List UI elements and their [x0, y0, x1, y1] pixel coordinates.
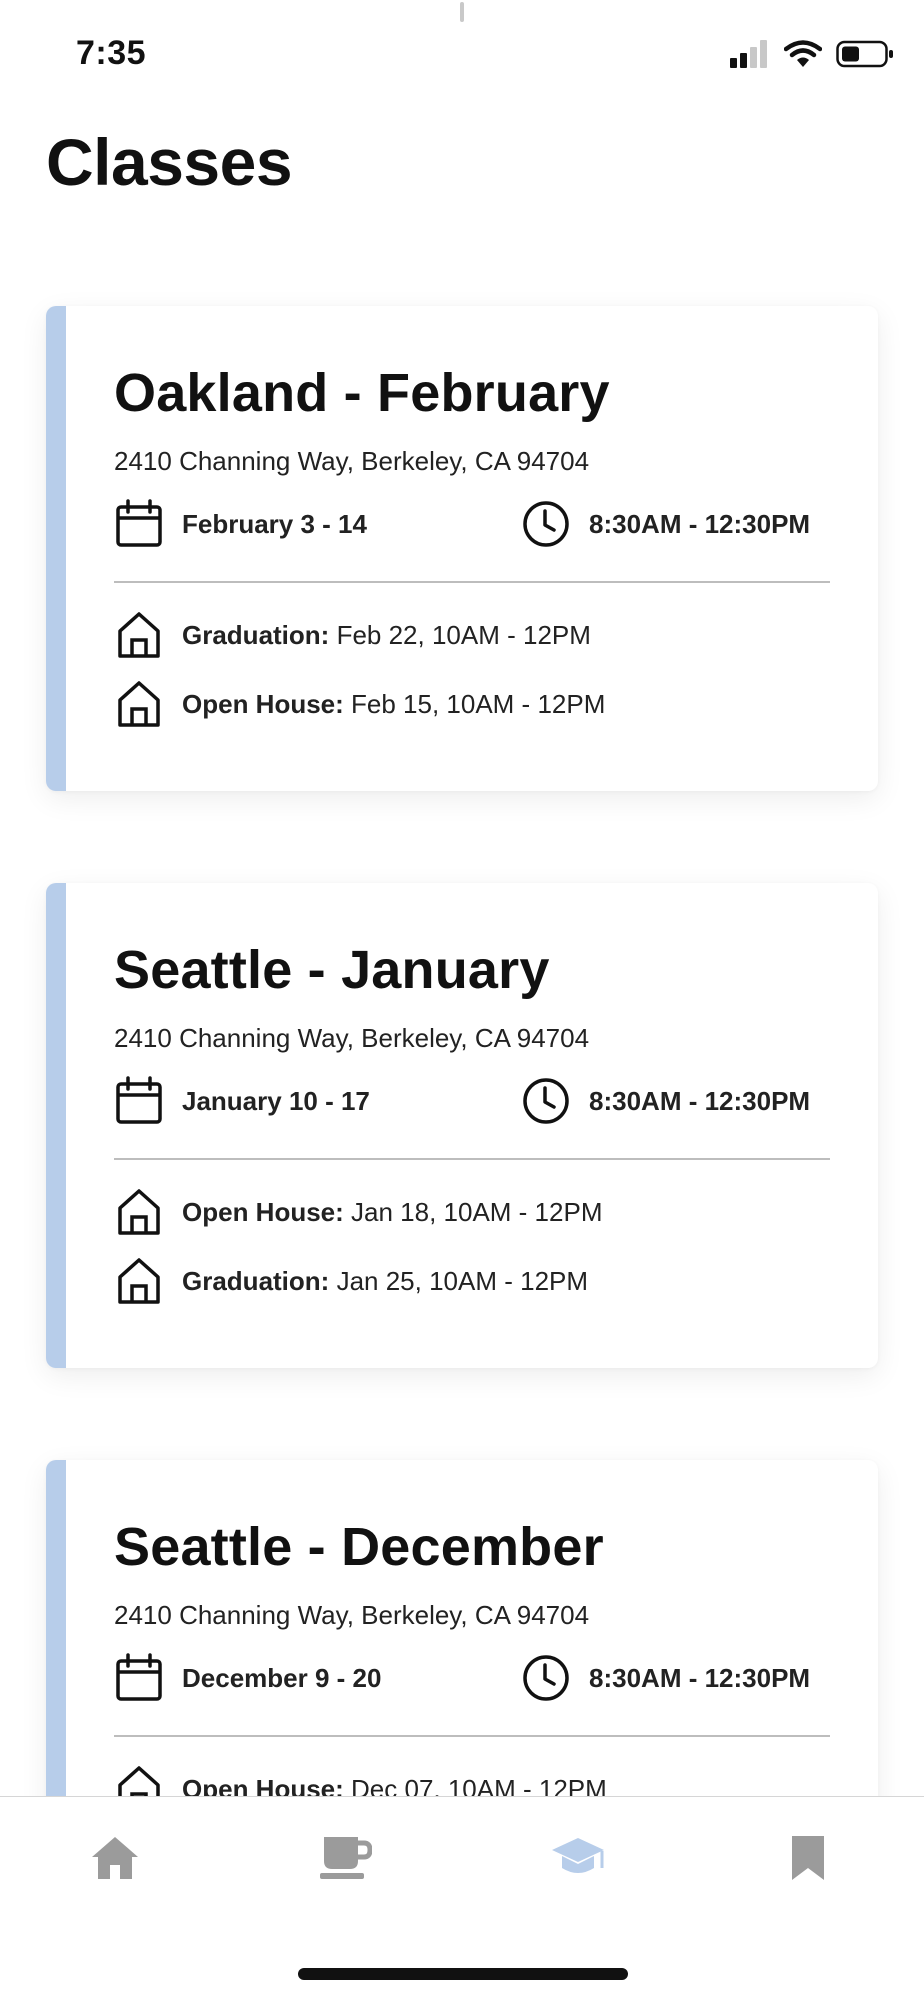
class-dates: February 3 - 14	[114, 499, 367, 549]
event-row: Graduation: Jan 25, 10AM - 12PM	[114, 1256, 588, 1306]
event-value: Feb 22, 10AM - 12PM	[329, 619, 591, 650]
signal-icon	[730, 40, 770, 73]
calendar-icon	[114, 1076, 164, 1126]
graduation-cap-icon	[550, 1836, 606, 1885]
class-dates: January 10 - 17	[114, 1076, 370, 1126]
class-address: 2410 Channing Way, Berkeley, CA 94704	[114, 1023, 590, 1053]
tab-bookmarks[interactable]	[768, 1825, 848, 1895]
card-accent-bar	[46, 306, 66, 791]
clock-icon	[521, 1076, 571, 1126]
event-value: Dec 07, 10AM - 12PM	[343, 1773, 607, 1797]
class-time-label: 8:30AM - 12:30PM	[589, 1085, 811, 1116]
home-indicator	[298, 1968, 628, 1980]
house-icon	[114, 1764, 164, 1796]
class-time-label: 8:30AM - 12:30PM	[589, 508, 811, 539]
clock-icon	[521, 499, 571, 549]
class-time: 8:30AM - 12:30PM	[521, 1076, 810, 1126]
house-icon	[114, 1256, 164, 1306]
class-dates: December 9 - 20	[114, 1653, 381, 1703]
battery-icon	[836, 40, 894, 73]
class-card[interactable]: Seattle - December 2410 Channing Way, Be…	[46, 1460, 878, 1796]
card-accent-bar	[46, 883, 66, 1368]
class-title: Seattle - December	[114, 1517, 604, 1577]
class-card[interactable]: Oakland - February 2410 Channing Way, Be…	[46, 306, 878, 791]
event-row: Graduation: Feb 22, 10AM - 12PM	[114, 610, 591, 660]
class-time: 8:30AM - 12:30PM	[521, 1653, 810, 1703]
event-label: Graduation:	[182, 1265, 330, 1296]
event-value: Feb 15, 10AM - 12PM	[343, 688, 606, 719]
home-icon	[90, 1835, 140, 1886]
status-time: 7:35	[76, 34, 147, 72]
class-address: 2410 Channing Way, Berkeley, CA 94704	[114, 446, 590, 476]
event-label: Open House:	[182, 1773, 344, 1797]
status-icons	[730, 40, 894, 73]
event-label: Graduation:	[182, 619, 330, 650]
house-icon	[114, 610, 164, 660]
event-row: Open House: Feb 15, 10AM - 12PM	[114, 679, 605, 729]
calendar-icon	[114, 1653, 164, 1703]
calendar-icon	[114, 499, 164, 549]
class-address: 2410 Channing Way, Berkeley, CA 94704	[114, 1600, 590, 1630]
coffee-cup-icon	[318, 1835, 373, 1886]
card-accent-bar	[46, 1460, 66, 1796]
event-row: Open House: Jan 18, 10AM - 12PM	[114, 1187, 602, 1237]
house-icon	[114, 1187, 164, 1237]
card-divider	[114, 1735, 830, 1737]
house-icon	[114, 679, 164, 729]
tab-coffee[interactable]	[305, 1825, 385, 1895]
event-label: Open House:	[182, 688, 344, 719]
class-time-label: 8:30AM - 12:30PM	[589, 1662, 811, 1693]
event-label: Open House:	[182, 1196, 344, 1227]
wifi-icon	[783, 40, 823, 73]
class-time: 8:30AM - 12:30PM	[521, 499, 810, 549]
status-bar: 7:35	[0, 0, 924, 110]
class-dates-label: February 3 - 14	[182, 508, 367, 539]
card-divider	[114, 581, 830, 583]
class-dates-label: January 10 - 17	[182, 1085, 370, 1116]
bookmark-icon	[788, 1834, 828, 1887]
event-value: Jan 25, 10AM - 12PM	[329, 1265, 589, 1296]
page-title: Classes	[46, 125, 293, 199]
tab-classes[interactable]	[538, 1825, 618, 1895]
card-divider	[114, 1158, 830, 1160]
event-row: Open House: Dec 07, 10AM - 12PM	[114, 1764, 607, 1796]
event-value: Jan 18, 10AM - 12PM	[343, 1196, 603, 1227]
class-list[interactable]: Oakland - February 2410 Channing Way, Be…	[0, 240, 924, 1796]
class-card[interactable]: Seattle - January 2410 Channing Way, Ber…	[46, 883, 878, 1368]
class-dates-label: December 9 - 20	[182, 1662, 382, 1693]
clock-icon	[521, 1653, 571, 1703]
class-title: Oakland - February	[114, 363, 610, 423]
tab-home[interactable]	[75, 1825, 155, 1895]
class-title: Seattle - January	[114, 940, 550, 1000]
